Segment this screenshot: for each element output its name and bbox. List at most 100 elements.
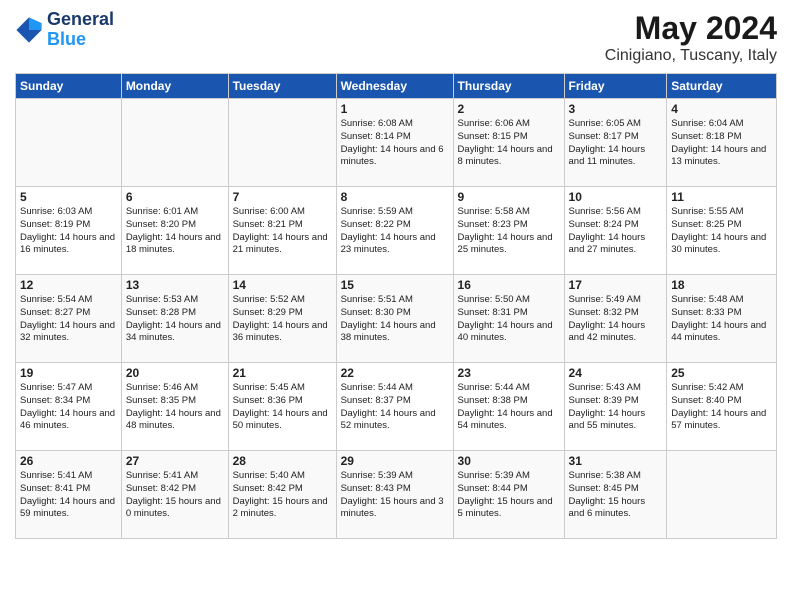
- daylight: Daylight: 14 hours and 6 minutes.: [341, 144, 444, 168]
- daylight: Daylight: 14 hours and 46 minutes.: [20, 408, 115, 432]
- title-block: May 2024 Cinigiano, Tuscany, Italy: [605, 10, 777, 65]
- calendar-cell: 3 Sunrise: 6:05 AM Sunset: 8:17 PM Dayli…: [564, 99, 667, 187]
- daylight: Daylight: 15 hours and 0 minutes.: [126, 496, 221, 520]
- sunset: Sunset: 8:41 PM: [20, 483, 90, 494]
- calendar-cell: 22 Sunrise: 5:44 AM Sunset: 8:37 PM Dayl…: [336, 363, 453, 451]
- sunset: Sunset: 8:28 PM: [126, 307, 196, 318]
- sunset: Sunset: 8:30 PM: [341, 307, 411, 318]
- daylight: Daylight: 14 hours and 23 minutes.: [341, 232, 436, 256]
- day-number: 3: [569, 102, 663, 116]
- daylight: Daylight: 15 hours and 3 minutes.: [341, 496, 444, 520]
- daylight: Daylight: 14 hours and 59 minutes.: [20, 496, 115, 520]
- cell-content: Sunrise: 5:41 AM Sunset: 8:42 PM Dayligh…: [126, 470, 224, 521]
- logo-line2: Blue: [47, 29, 86, 49]
- calendar-cell: 27 Sunrise: 5:41 AM Sunset: 8:42 PM Dayl…: [121, 451, 228, 539]
- daylight: Daylight: 14 hours and 13 minutes.: [671, 144, 766, 168]
- day-number: 26: [20, 454, 117, 468]
- cell-content: Sunrise: 6:05 AM Sunset: 8:17 PM Dayligh…: [569, 118, 663, 169]
- sunrise: Sunrise: 5:43 AM: [569, 382, 641, 393]
- cell-content: Sunrise: 5:54 AM Sunset: 8:27 PM Dayligh…: [20, 294, 117, 345]
- sunset: Sunset: 8:37 PM: [341, 395, 411, 406]
- cell-content: Sunrise: 5:53 AM Sunset: 8:28 PM Dayligh…: [126, 294, 224, 345]
- daylight: Daylight: 14 hours and 16 minutes.: [20, 232, 115, 256]
- daylight: Daylight: 14 hours and 11 minutes.: [569, 144, 646, 168]
- sunset: Sunset: 8:15 PM: [458, 131, 528, 142]
- logo-line1: General: [47, 10, 114, 30]
- calendar-cell: [228, 99, 336, 187]
- sunrise: Sunrise: 5:53 AM: [126, 294, 198, 305]
- cell-content: Sunrise: 5:59 AM Sunset: 8:22 PM Dayligh…: [341, 206, 449, 257]
- sunset: Sunset: 8:27 PM: [20, 307, 90, 318]
- sunset: Sunset: 8:21 PM: [233, 219, 303, 230]
- daylight: Daylight: 14 hours and 18 minutes.: [126, 232, 221, 256]
- cell-content: Sunrise: 5:44 AM Sunset: 8:38 PM Dayligh…: [458, 382, 560, 433]
- daylight: Daylight: 14 hours and 44 minutes.: [671, 320, 766, 344]
- day-number: 7: [233, 190, 332, 204]
- day-number: 10: [569, 190, 663, 204]
- sunset: Sunset: 8:36 PM: [233, 395, 303, 406]
- sunset: Sunset: 8:17 PM: [569, 131, 639, 142]
- daylight: Daylight: 15 hours and 6 minutes.: [569, 496, 646, 520]
- sunrise: Sunrise: 6:06 AM: [458, 118, 530, 129]
- sunrise: Sunrise: 6:03 AM: [20, 206, 92, 217]
- month-title: May 2024: [605, 10, 777, 47]
- cell-content: Sunrise: 6:04 AM Sunset: 8:18 PM Dayligh…: [671, 118, 772, 169]
- sunset: Sunset: 8:31 PM: [458, 307, 528, 318]
- sunrise: Sunrise: 5:47 AM: [20, 382, 92, 393]
- calendar-cell: 1 Sunrise: 6:08 AM Sunset: 8:14 PM Dayli…: [336, 99, 453, 187]
- sunset: Sunset: 8:43 PM: [341, 483, 411, 494]
- calendar-cell: 16 Sunrise: 5:50 AM Sunset: 8:31 PM Dayl…: [453, 275, 564, 363]
- daylight: Daylight: 14 hours and 30 minutes.: [671, 232, 766, 256]
- sunset: Sunset: 8:18 PM: [671, 131, 741, 142]
- day-number: 12: [20, 278, 117, 292]
- col-tuesday: Tuesday: [228, 74, 336, 99]
- calendar-cell: [16, 99, 122, 187]
- logo-text: General Blue: [47, 10, 114, 50]
- col-friday: Friday: [564, 74, 667, 99]
- sunrise: Sunrise: 5:51 AM: [341, 294, 413, 305]
- calendar-header-row: Sunday Monday Tuesday Wednesday Thursday…: [16, 74, 777, 99]
- calendar-cell: 26 Sunrise: 5:41 AM Sunset: 8:41 PM Dayl…: [16, 451, 122, 539]
- col-sunday: Sunday: [16, 74, 122, 99]
- day-number: 18: [671, 278, 772, 292]
- cell-content: Sunrise: 5:48 AM Sunset: 8:33 PM Dayligh…: [671, 294, 772, 345]
- cell-content: Sunrise: 5:47 AM Sunset: 8:34 PM Dayligh…: [20, 382, 117, 433]
- calendar-table: Sunday Monday Tuesday Wednesday Thursday…: [15, 73, 777, 539]
- sunset: Sunset: 8:40 PM: [671, 395, 741, 406]
- cell-content: Sunrise: 5:43 AM Sunset: 8:39 PM Dayligh…: [569, 382, 663, 433]
- sunset: Sunset: 8:44 PM: [458, 483, 528, 494]
- calendar-week-3: 12 Sunrise: 5:54 AM Sunset: 8:27 PM Dayl…: [16, 275, 777, 363]
- sunset: Sunset: 8:33 PM: [671, 307, 741, 318]
- calendar-cell: 31 Sunrise: 5:38 AM Sunset: 8:45 PM Dayl…: [564, 451, 667, 539]
- daylight: Daylight: 14 hours and 48 minutes.: [126, 408, 221, 432]
- sunrise: Sunrise: 5:48 AM: [671, 294, 743, 305]
- cell-content: Sunrise: 5:39 AM Sunset: 8:43 PM Dayligh…: [341, 470, 449, 521]
- calendar-cell: 15 Sunrise: 5:51 AM Sunset: 8:30 PM Dayl…: [336, 275, 453, 363]
- day-number: 15: [341, 278, 449, 292]
- daylight: Daylight: 14 hours and 21 minutes.: [233, 232, 328, 256]
- cell-content: Sunrise: 5:41 AM Sunset: 8:41 PM Dayligh…: [20, 470, 117, 521]
- day-number: 4: [671, 102, 772, 116]
- sunset: Sunset: 8:45 PM: [569, 483, 639, 494]
- calendar-week-5: 26 Sunrise: 5:41 AM Sunset: 8:41 PM Dayl…: [16, 451, 777, 539]
- calendar-cell: 23 Sunrise: 5:44 AM Sunset: 8:38 PM Dayl…: [453, 363, 564, 451]
- sunset: Sunset: 8:20 PM: [126, 219, 196, 230]
- cell-content: Sunrise: 6:01 AM Sunset: 8:20 PM Dayligh…: [126, 206, 224, 257]
- col-wednesday: Wednesday: [336, 74, 453, 99]
- daylight: Daylight: 15 hours and 2 minutes.: [233, 496, 328, 520]
- day-number: 5: [20, 190, 117, 204]
- sunset: Sunset: 8:22 PM: [341, 219, 411, 230]
- calendar-week-1: 1 Sunrise: 6:08 AM Sunset: 8:14 PM Dayli…: [16, 99, 777, 187]
- calendar-cell: 18 Sunrise: 5:48 AM Sunset: 8:33 PM Dayl…: [667, 275, 777, 363]
- calendar-body: 1 Sunrise: 6:08 AM Sunset: 8:14 PM Dayli…: [16, 99, 777, 539]
- daylight: Daylight: 14 hours and 32 minutes.: [20, 320, 115, 344]
- calendar-cell: 8 Sunrise: 5:59 AM Sunset: 8:22 PM Dayli…: [336, 187, 453, 275]
- sunrise: Sunrise: 5:45 AM: [233, 382, 305, 393]
- calendar-cell: 5 Sunrise: 6:03 AM Sunset: 8:19 PM Dayli…: [16, 187, 122, 275]
- sunset: Sunset: 8:42 PM: [233, 483, 303, 494]
- calendar-cell: 2 Sunrise: 6:06 AM Sunset: 8:15 PM Dayli…: [453, 99, 564, 187]
- day-number: 31: [569, 454, 663, 468]
- sunrise: Sunrise: 6:08 AM: [341, 118, 413, 129]
- cell-content: Sunrise: 5:52 AM Sunset: 8:29 PM Dayligh…: [233, 294, 332, 345]
- cell-content: Sunrise: 5:42 AM Sunset: 8:40 PM Dayligh…: [671, 382, 772, 433]
